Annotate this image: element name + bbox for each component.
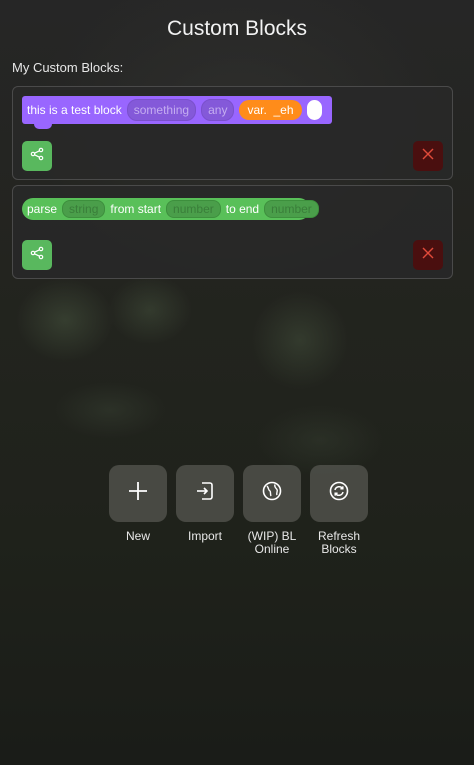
new-button-tile[interactable] (109, 465, 167, 522)
refresh-icon (328, 480, 350, 507)
import-button-tile[interactable] (176, 465, 234, 522)
bl-online-label: (WIP) BL Online (247, 529, 297, 556)
share-button[interactable] (22, 240, 52, 270)
block-input-slot: something (126, 99, 197, 121)
share-button[interactable] (22, 141, 52, 171)
block-label: from start (110, 202, 162, 216)
custom-block-green[interactable]: parse string from start number to end nu… (22, 198, 319, 220)
import-icon (194, 480, 216, 507)
variable-label: var. (247, 103, 267, 117)
refresh-blocks-button-tile[interactable] (310, 465, 368, 522)
share-icon (30, 147, 44, 166)
close-icon (421, 246, 435, 265)
block-input-slot: string (62, 200, 106, 218)
custom-block-card: parse string from start number to end nu… (12, 185, 453, 279)
section-label: My Custom Blocks: (12, 60, 124, 75)
bl-online-button-tile[interactable] (243, 465, 301, 522)
globe-icon (261, 480, 283, 507)
new-button[interactable]: New (109, 465, 167, 556)
custom-block-card: this is a test block something any var. … (12, 86, 453, 180)
block-label: to end (225, 202, 260, 216)
import-button[interactable]: Import (176, 465, 234, 556)
bl-online-button[interactable]: (WIP) BL Online (243, 465, 301, 556)
boolean-input-slot (306, 100, 322, 120)
action-bar: New Import (WIP) BL Online Refresh Block… (109, 465, 368, 556)
delete-button[interactable] (413, 240, 443, 270)
delete-button[interactable] (413, 141, 443, 171)
page-title: Custom Blocks (166, 17, 308, 40)
variable-name: _eh (273, 103, 294, 117)
share-icon (30, 246, 44, 265)
block-input-slot: number (264, 200, 319, 218)
import-label: Import (187, 529, 222, 543)
refresh-blocks-button[interactable]: Refresh Blocks (310, 465, 368, 556)
refresh-blocks-label: Refresh Blocks (317, 529, 361, 556)
block-label: this is a test block (27, 103, 122, 117)
variable-reporter: var. _eh (239, 100, 302, 120)
block-input-slot: number (166, 200, 221, 218)
custom-block-purple[interactable]: this is a test block something any var. … (22, 96, 332, 129)
block-label: parse (27, 202, 58, 216)
plus-icon (127, 480, 149, 507)
block-input-slot: any (201, 99, 235, 121)
new-label: New (125, 529, 150, 543)
close-icon (421, 147, 435, 166)
